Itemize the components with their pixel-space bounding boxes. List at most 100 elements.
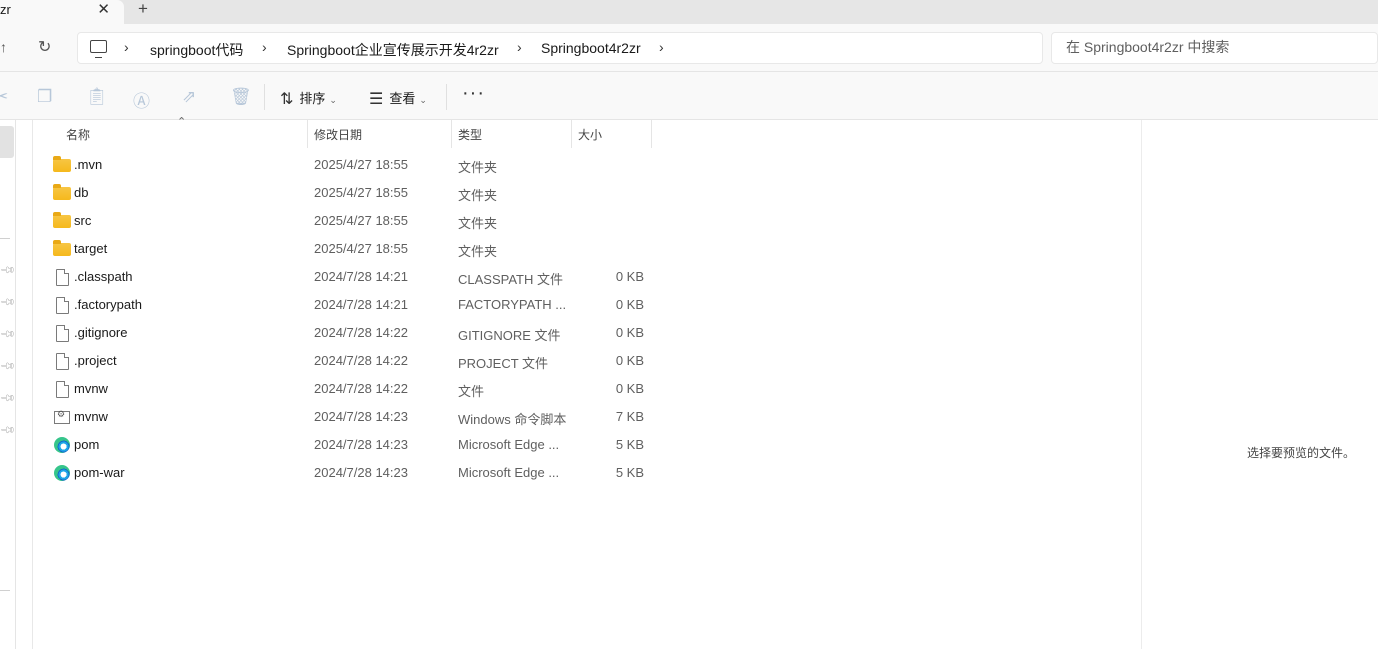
file-size: 5 KB (615, 437, 644, 452)
chevron-right-icon[interactable]: › (124, 39, 129, 55)
file-row[interactable]: edge-icon pom-war 2024/7/28 14:23 Microsoft… (44, 459, 650, 487)
file-size: 0 KB (615, 353, 644, 368)
copy-icon[interactable]: ❐ (37, 87, 52, 107)
file-type: CLASSPATH 文件 (458, 272, 563, 287)
edge-icon: edge-icon (54, 465, 70, 481)
chevron-right-icon[interactable]: › (659, 39, 664, 55)
cut-icon[interactable]: ✂ (0, 87, 8, 107)
file-row[interactable]: file-icon .gitignore 2024/7/28 14:22 GITIGN… (44, 319, 650, 347)
pin-icon[interactable]: 📌︎ (0, 294, 16, 311)
file-icon: file-icon (56, 297, 69, 314)
script-icon: script-icon (54, 409, 70, 424)
file-type: 文件夹 (458, 216, 498, 231)
column-header-type[interactable]: 类型 (452, 120, 572, 148)
file-row[interactable]: folder-icon.mvn 2025/4/27 18:55 文件夹 (44, 151, 650, 179)
breadcrumb-current-folder[interactable]: Springboot4r2zr (541, 40, 641, 56)
chevron-down-icon: ⌄ (329, 95, 337, 105)
more-options-icon[interactable]: ··· (462, 82, 485, 105)
file-row[interactable]: script-icon mvnw 2024/7/28 14:23 Windows 命令… (44, 403, 650, 431)
column-header-size[interactable]: 大小 (572, 120, 652, 148)
file-name: pom (74, 437, 100, 452)
nav-divider (0, 238, 10, 239)
sort-label: 排序 (299, 91, 326, 106)
file-row[interactable]: file-icon mvnw 2024/7/28 14:22 文件 0 KB (44, 375, 650, 403)
file-date: 2024/7/28 14:23 (314, 409, 408, 424)
delete-icon[interactable]: 🗑︎ (230, 87, 252, 107)
file-type: 文件 (458, 384, 485, 399)
pin-icon[interactable]: 📌︎ (0, 326, 16, 343)
folder-icon: folder-icon (53, 212, 71, 228)
column-header-date[interactable]: 修改日期 (308, 120, 452, 148)
file-icon: file-icon (56, 381, 69, 398)
navigation-pane: 📌︎ 📌︎ 📌︎ 📌︎ 📌︎ 📌︎ (0, 120, 16, 649)
file-name: target (74, 241, 108, 256)
file-type: 文件夹 (458, 244, 498, 259)
share-icon[interactable]: ⇗ (182, 87, 196, 107)
file-row[interactable]: folder-icondb 2025/4/27 18:55 文件夹 (44, 179, 650, 207)
preview-pane: 选择要预览的文件。 (1141, 120, 1378, 649)
pin-icon[interactable]: 📌︎ (0, 358, 16, 375)
tab-title: zr (0, 2, 11, 17)
file-size: 0 KB (615, 297, 644, 312)
nav-selected-item[interactable] (0, 126, 14, 158)
file-date: 2024/7/28 14:21 (314, 269, 408, 284)
file-icon: file-icon (56, 269, 69, 286)
pin-icon[interactable]: 📌︎ (0, 262, 16, 279)
refresh-icon[interactable]: ↻ (38, 37, 51, 57)
new-tab-button[interactable]: + (138, 0, 148, 18)
file-date: 2025/4/27 18:55 (314, 213, 408, 228)
file-row[interactable]: folder-icontarget 2025/4/27 18:55 文件夹 (44, 235, 650, 263)
folder-icon: folder-icon (53, 156, 71, 172)
file-type: GITIGNORE 文件 (458, 328, 561, 343)
search-input[interactable] (1066, 39, 1366, 55)
file-date: 2025/4/27 18:55 (314, 185, 408, 200)
file-type: Microsoft Edge ... (458, 465, 560, 480)
file-row[interactable]: file-icon .classpath 2024/7/28 14:21 CLASSP… (44, 263, 650, 291)
file-row[interactable]: folder-iconsrc 2025/4/27 18:55 文件夹 (44, 207, 650, 235)
chevron-down-icon: ⌄ (419, 95, 427, 105)
computer-icon (90, 40, 107, 58)
file-type: PROJECT 文件 (458, 356, 549, 371)
file-type: Windows 命令脚本 (458, 412, 567, 427)
file-date: 2024/7/28 14:23 (314, 465, 408, 480)
file-row[interactable]: file-icon .factorypath 2024/7/28 14:21 FACT… (44, 291, 650, 319)
file-name: mvnw (74, 381, 108, 396)
address-bar[interactable]: › springboot代码 › Springboot企业宣传展示开发4r2zr… (77, 32, 1043, 64)
up-arrow-icon[interactable]: ↑ (0, 39, 7, 55)
file-name: mvnw (74, 409, 108, 424)
toolbar-divider (446, 84, 447, 110)
search-box[interactable] (1051, 32, 1378, 64)
view-icon: ☰ (369, 91, 384, 108)
column-header-name[interactable]: 名称 (60, 120, 308, 148)
pane-splitter[interactable] (32, 120, 33, 649)
nav-divider (0, 590, 10, 591)
view-label: 查看 (389, 91, 416, 106)
chevron-right-icon[interactable]: › (262, 39, 267, 55)
file-name: db (74, 185, 89, 200)
breadcrumb-project[interactable]: Springboot企业宣传展示开发4r2zr (287, 40, 499, 60)
pin-icon[interactable]: 📌︎ (0, 390, 16, 407)
close-icon[interactable]: ✕ (97, 0, 110, 18)
pin-icon[interactable]: 📌︎ (0, 422, 16, 439)
file-name: .factorypath (74, 297, 142, 312)
file-size: 0 KB (615, 381, 644, 396)
file-icon: file-icon (56, 353, 69, 370)
view-button[interactable]: ☰ 查看 ⌄ (369, 88, 427, 109)
file-size: 5 KB (615, 465, 644, 480)
file-name: .mvn (74, 157, 103, 172)
file-icon: file-icon (56, 325, 69, 342)
file-size: 0 KB (615, 269, 644, 284)
file-row[interactable]: edge-icon pom 2024/7/28 14:23 Microsoft Edg… (44, 431, 650, 459)
address-row: ↑ ↻ › springboot代码 › Springboot企业宣传展示开发4… (0, 24, 1378, 72)
rename-icon[interactable]: Ⓐ (133, 87, 150, 112)
sort-icon: ⇅ (280, 91, 294, 108)
file-row[interactable]: file-icon .project 2024/7/28 14:22 PROJECT … (44, 347, 650, 375)
file-date: 2024/7/28 14:22 (314, 381, 408, 396)
paste-icon[interactable]: 📋︎ (86, 87, 108, 107)
breadcrumb-springboot-code[interactable]: springboot代码 (150, 40, 243, 60)
file-name: src (74, 213, 92, 228)
sort-button[interactable]: ⇅ 排序 ⌄ (280, 88, 337, 109)
chevron-right-icon[interactable]: › (517, 39, 522, 55)
tab-current[interactable]: zr ✕ (0, 0, 124, 24)
file-size: 7 KB (615, 409, 644, 424)
